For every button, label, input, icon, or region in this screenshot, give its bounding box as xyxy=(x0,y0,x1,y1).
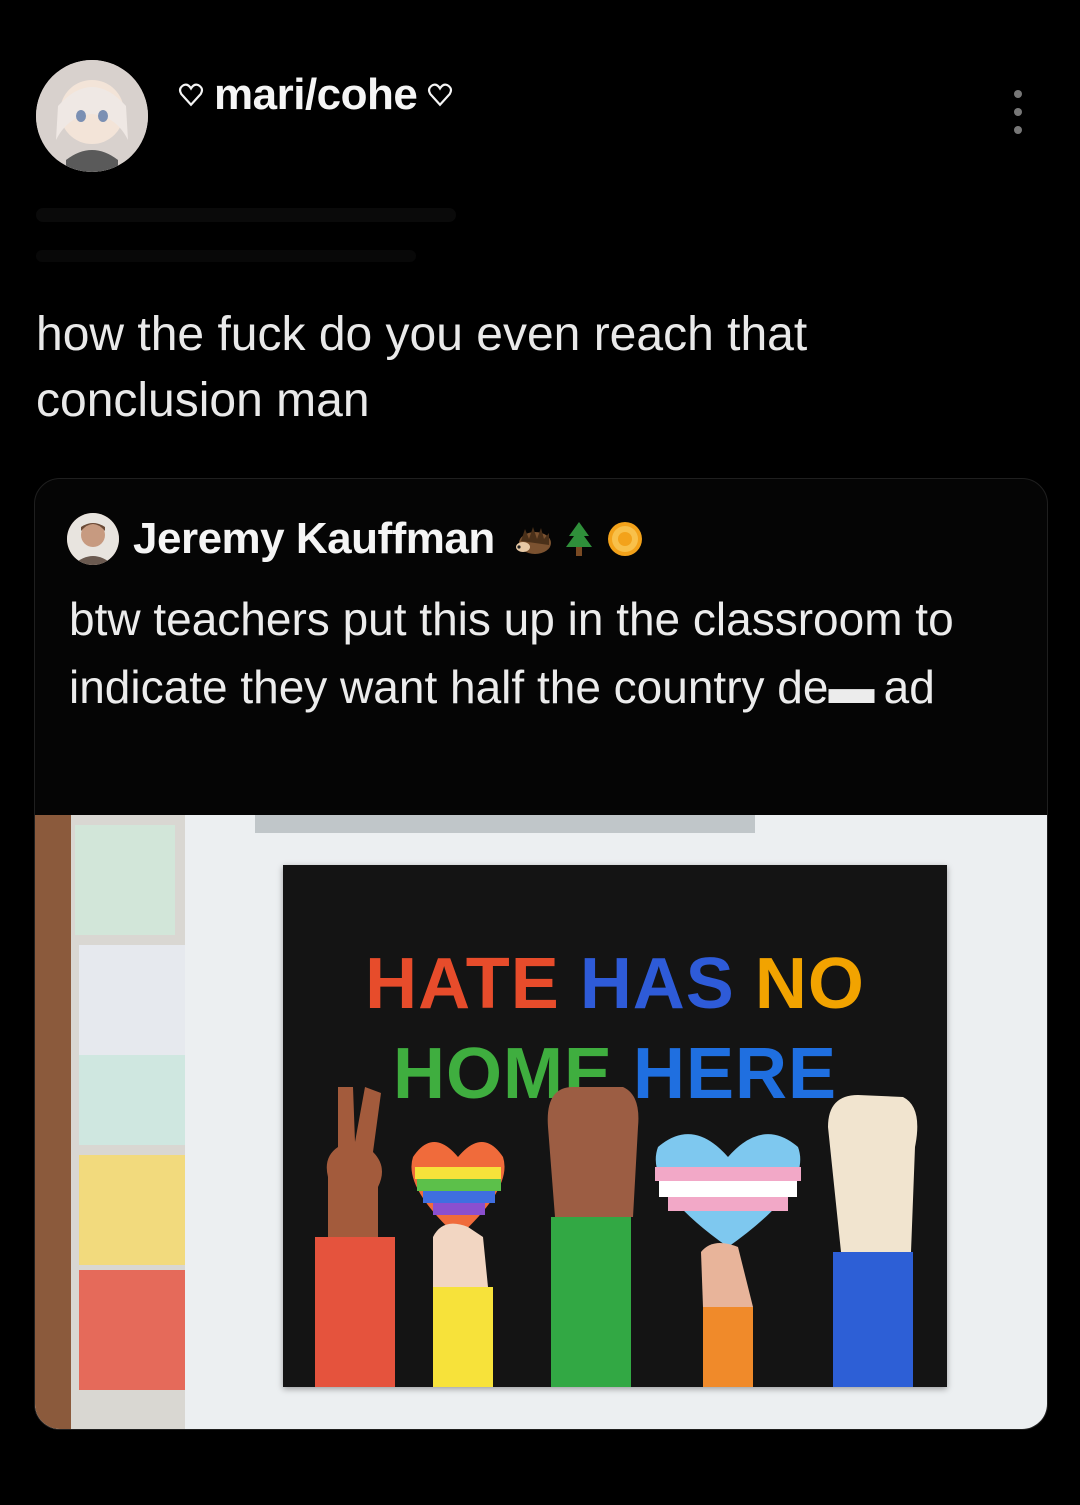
poster-word: HAS xyxy=(579,944,735,1024)
quoted-post-card[interactable]: Jeremy Kauffman btw teachers put this up… xyxy=(34,478,1048,1430)
poster-line-1: HATE HAS NO xyxy=(283,943,947,1025)
wall-trim xyxy=(255,815,755,833)
more-options-icon[interactable] xyxy=(1014,90,1026,134)
evergreen-tree-icon xyxy=(565,522,592,556)
bitcoin-coin-icon xyxy=(607,522,642,556)
classroom-bulletin-board xyxy=(35,815,185,1429)
author-emoji-row xyxy=(513,519,645,559)
blurred-metadata xyxy=(36,250,416,262)
rainbow-heart-hand-icon xyxy=(411,1142,505,1387)
raised-fist-light-icon xyxy=(828,1095,918,1387)
author-display-name: mari/cohe xyxy=(214,70,418,119)
classroom-wall-graphic xyxy=(35,815,185,1429)
person-photo-icon xyxy=(67,513,119,565)
quoted-post-image[interactable]: HATE HAS NO HOME HERE xyxy=(35,815,1047,1429)
blurred-handle xyxy=(36,208,456,222)
heart-outline-icon xyxy=(428,83,453,107)
quoted-author-avatar xyxy=(67,513,119,565)
heart-outline-icon xyxy=(178,83,204,107)
quoted-post-text: btw teachers put this up in the classroo… xyxy=(69,593,954,713)
raised-hands-artwork xyxy=(315,1087,918,1387)
anime-avatar-icon xyxy=(36,60,148,172)
hedgehog-icon xyxy=(515,527,551,554)
author-name-row[interactable]: mari/cohe xyxy=(178,70,453,120)
raised-fist-icon xyxy=(547,1087,639,1387)
quoted-post-header: Jeremy Kauffman xyxy=(67,513,645,565)
poster-word: HATE xyxy=(365,944,560,1024)
author-avatar[interactable] xyxy=(36,60,148,172)
peace-hand-icon xyxy=(315,1087,395,1387)
poster-word: NO xyxy=(754,944,865,1024)
hate-has-no-home-poster: HATE HAS NO HOME HERE xyxy=(283,865,947,1387)
post-header: mari/cohe xyxy=(36,60,1044,262)
quoted-author-name: Jeremy Kauffman xyxy=(133,514,495,563)
post-text: how the fuck do you even reach that conc… xyxy=(36,308,808,427)
trans-heart-hand-icon xyxy=(655,1134,801,1387)
